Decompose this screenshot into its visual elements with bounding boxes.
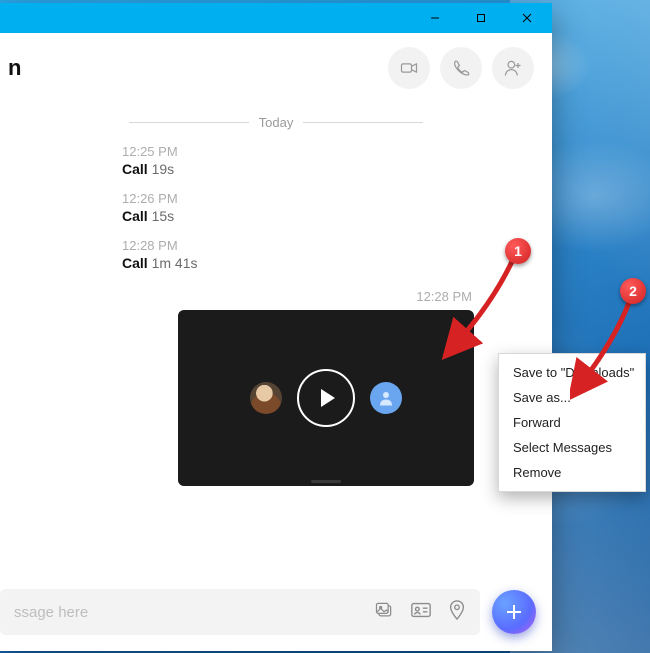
participant-avatar (370, 382, 402, 414)
separator-line (129, 122, 249, 123)
gallery-icon[interactable] (374, 600, 394, 624)
call-time: 12:28 PM (122, 238, 552, 253)
ctx-save-as[interactable]: Save as... (499, 385, 645, 410)
add-contact-button[interactable] (492, 47, 534, 89)
annotation-badge-1: 1 (505, 238, 531, 264)
composer-tools (374, 600, 466, 624)
context-menu: Save to "Downloads" Save as... Forward S… (498, 353, 646, 492)
close-button[interactable] (504, 3, 550, 33)
video-message[interactable] (178, 310, 474, 486)
header-actions (388, 47, 534, 89)
ctx-forward[interactable]: Forward (499, 410, 645, 435)
maximize-button[interactable] (458, 3, 504, 33)
call-entry[interactable]: 12:28 PM Call 1m 41s (122, 238, 552, 271)
chat-header: n (0, 33, 552, 103)
message-time: 12:28 PM (0, 289, 552, 304)
contact-card-icon[interactable] (410, 600, 432, 624)
play-icon[interactable] (297, 369, 355, 427)
contact-name: n (8, 55, 21, 81)
annotation-badge-2: 2 (620, 278, 646, 304)
chat-body: Today 12:25 PM Call 19s 12:26 PM Call 15… (0, 103, 552, 651)
message-placeholder: ssage here (14, 604, 374, 621)
date-label: Today (259, 115, 294, 130)
call-summary: Call 15s (122, 208, 552, 224)
separator-line (303, 122, 423, 123)
video-call-button[interactable] (388, 47, 430, 89)
participant-avatar (250, 382, 282, 414)
titlebar (0, 3, 552, 33)
location-icon[interactable] (448, 600, 466, 624)
call-entry[interactable]: 12:25 PM Call 19s (122, 144, 552, 177)
date-separator: Today (0, 115, 552, 130)
call-summary: Call 1m 41s (122, 255, 552, 271)
call-log: 12:25 PM Call 19s 12:26 PM Call 15s 12:2… (0, 144, 552, 271)
minimize-button[interactable] (412, 3, 458, 33)
ctx-remove[interactable]: Remove (499, 460, 645, 485)
app-window: n Today 12:25 PM (0, 3, 552, 651)
ctx-select-messages[interactable]: Select Messages (499, 435, 645, 460)
call-time: 12:26 PM (122, 191, 552, 206)
drag-handle-icon (311, 480, 341, 483)
audio-call-button[interactable] (440, 47, 482, 89)
add-button[interactable] (492, 590, 536, 634)
composer: ssage here (0, 589, 552, 635)
call-entry[interactable]: 12:26 PM Call 15s (122, 191, 552, 224)
call-time: 12:25 PM (122, 144, 552, 159)
call-summary: Call 19s (122, 161, 552, 177)
message-input[interactable]: ssage here (0, 589, 480, 635)
ctx-save-downloads[interactable]: Save to "Downloads" (499, 360, 645, 385)
